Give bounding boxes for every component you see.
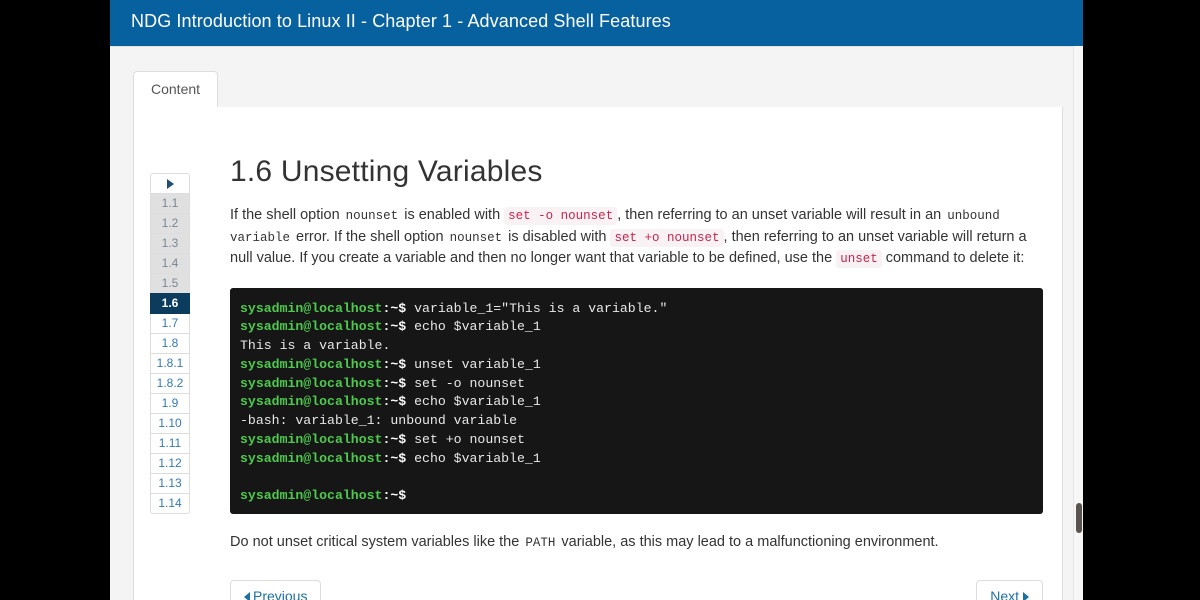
terminal-prompt-user: sysadmin@localhost [240, 375, 383, 391]
text-fragment: is disabled with [504, 228, 611, 245]
text-fragment: variable, as this may lead to a malfunct… [557, 533, 939, 550]
terminal-prompt-user: sysadmin@localhost [240, 432, 383, 448]
text-fragment: error. If the shell option [292, 228, 448, 245]
terminal-prompt-tail: :~$ [382, 319, 407, 335]
tab-strip: Content [133, 71, 1063, 108]
text-fragment: Do not unset critical system variables l… [230, 533, 524, 550]
terminal-line: sysadmin@localhost:~$ set +o nounset [240, 431, 1043, 450]
sidebar-item-1-4[interactable]: 1.4 [150, 253, 190, 274]
page-body: Content 1.1 1.2 1.3 1.4 1.5 1.6 1.7 1.8 … [110, 46, 1073, 600]
text-fragment: If the shell option [230, 207, 344, 223]
terminal-command: unset variable_1 [406, 356, 541, 372]
sidebar-item-1-8-1[interactable]: 1.8.1 [150, 353, 190, 374]
page-title: 1.6 Unsetting Variables [230, 155, 543, 188]
sidebar-item-1-9[interactable]: 1.9 [150, 393, 190, 414]
sidebar-item-1-8-2[interactable]: 1.8.2 [150, 373, 190, 394]
terminal-prompt-tail: :~$ [382, 394, 407, 410]
terminal-prompt-user: sysadmin@localhost [240, 488, 383, 504]
sidebar-item-1-12[interactable]: 1.12 [150, 453, 190, 474]
terminal-line: sysadmin@localhost:~$ echo $variable_1 [240, 318, 1043, 337]
sidebar-item-1-6[interactable]: 1.6 [150, 293, 190, 314]
terminal-prompt-tail: :~$ [382, 432, 407, 448]
code-nounset-2: nounset [449, 230, 503, 245]
caret-right-icon [1023, 591, 1029, 600]
terminal-prompt-tail: :~$ [382, 356, 407, 372]
content-column: 1.6 Unsetting Variables If the shell opt… [230, 155, 1045, 600]
previous-button[interactable]: Previous [230, 579, 322, 600]
terminal-line: sysadmin@localhost:~$ [240, 487, 1043, 506]
next-label: Next [990, 587, 1019, 600]
scrollbar-thumb[interactable] [1076, 503, 1082, 533]
content-card: 1.1 1.2 1.3 1.4 1.5 1.6 1.7 1.8 1.8.1 1.… [133, 107, 1063, 600]
pager-row: Previous Next [230, 579, 1043, 600]
code-nounset-1: nounset [345, 209, 399, 223]
code-set-plus-o-nounset: set +o nounset [610, 228, 724, 247]
text-fragment: command to delete it: [881, 250, 1025, 266]
sidebar-item-1-1[interactable]: 1.1 [150, 193, 190, 214]
terminal-command: set -o nounset [406, 375, 525, 391]
sidebar-item-1-13[interactable]: 1.13 [150, 473, 190, 494]
sidebar-item-1-3[interactable]: 1.3 [150, 233, 190, 254]
code-path: PATH [525, 535, 556, 550]
terminal-line: sysadmin@localhost:~$ unset variable_1 [240, 356, 1043, 375]
terminal-line: This is a variable. [240, 337, 1043, 356]
terminal-prompt-tail: :~$ [382, 375, 407, 391]
terminal-output: -bash: variable_1: unbound variable [240, 413, 517, 429]
code-unset: unset [836, 250, 882, 268]
sidebar-item-1-11[interactable]: 1.11 [150, 433, 190, 454]
caret-left-icon [244, 591, 250, 600]
browser-viewport: NDG Introduction to Linux II - Chapter 1… [110, 0, 1083, 600]
intro-paragraph: If the shell option nounset is enabled w… [230, 205, 1045, 270]
terminal-prompt-user: sysadmin@localhost [240, 319, 383, 335]
terminal-command: echo $variable_1 [406, 319, 541, 335]
terminal-command: echo $variable_1 [406, 450, 541, 466]
caret-right-icon [167, 178, 174, 189]
terminal-prompt-user: sysadmin@localhost [240, 394, 383, 410]
terminal-command: set +o nounset [406, 432, 525, 448]
terminal-command: echo $variable_1 [406, 394, 541, 410]
sidebar-item-1-10[interactable]: 1.10 [150, 413, 190, 434]
terminal-prompt-tail: :~$ [382, 450, 407, 466]
nav-expand-button[interactable] [150, 173, 190, 194]
code-set-o-nounset: set -o nounset [504, 207, 618, 225]
terminal-line: -bash: variable_1: unbound variable [240, 412, 1043, 431]
page-title-header: NDG Introduction to Linux II - Chapter 1… [131, 11, 671, 31]
warning-note: Do not unset critical system variables l… [230, 532, 1045, 553]
text-fragment: is enabled with [400, 207, 505, 223]
section-nav: 1.1 1.2 1.3 1.4 1.5 1.6 1.7 1.8 1.8.1 1.… [150, 173, 190, 514]
page-scrollbar[interactable] [1073, 46, 1083, 600]
sidebar-item-1-2[interactable]: 1.2 [150, 213, 190, 234]
terminal-prompt-tail: :~$ [382, 300, 407, 316]
previous-label: Previous [253, 587, 308, 600]
terminal-prompt-user: sysadmin@localhost [240, 300, 383, 316]
terminal-prompt-user: sysadmin@localhost [240, 450, 383, 466]
terminal-line: sysadmin@localhost:~$ echo $variable_1 [240, 450, 1043, 469]
sidebar-item-1-5[interactable]: 1.5 [150, 273, 190, 294]
terminal-prompt-tail: :~$ [382, 488, 407, 504]
app-header: NDG Introduction to Linux II - Chapter 1… [110, 0, 1083, 46]
terminal-output: This is a variable. [240, 338, 391, 354]
next-button[interactable]: Next [976, 579, 1043, 600]
sidebar-item-1-14[interactable]: 1.14 [150, 493, 190, 514]
sidebar-item-1-7[interactable]: 1.7 [150, 313, 190, 334]
terminal-line: sysadmin@localhost:~$ echo $variable_1 [240, 393, 1043, 412]
terminal-block: sysadmin@localhost:~$ variable_1="This i… [230, 287, 1043, 514]
terminal-prompt-user: sysadmin@localhost [240, 356, 383, 372]
terminal-line: sysadmin@localhost:~$ set -o nounset [240, 375, 1043, 394]
text-fragment: , then referring to an unset variable wi… [617, 207, 946, 223]
tab-content[interactable]: Content [133, 71, 219, 108]
terminal-command: variable_1="This is a variable." [406, 300, 668, 316]
terminal-line: sysadmin@localhost:~$ variable_1="This i… [240, 300, 1043, 319]
sidebar-item-1-8[interactable]: 1.8 [150, 333, 190, 354]
